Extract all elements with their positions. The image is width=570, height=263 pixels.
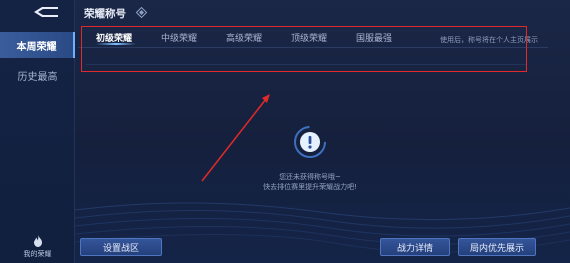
sidebar-item-label: 本周荣耀 <box>16 41 57 53</box>
diamond-badge-icon <box>136 7 147 18</box>
flame-icon <box>33 235 42 247</box>
empty-state-text: 您还未获得称号哦~ 快去排位赛里提升荣耀战力吧! <box>210 172 410 192</box>
honor-title-screen: 本周荣耀 历史最高 我的荣耀 荣耀称号 初级荣耀 中级荣耀 高级荣耀 顶级荣耀 … <box>0 0 570 263</box>
sidebar-item-history-best[interactable]: 历史最高 <box>0 62 75 88</box>
in-match-priority-button[interactable]: 局内优先展示 <box>458 238 536 256</box>
back-arrow-icon[interactable] <box>28 4 64 20</box>
empty-state-line1: 您还未获得称号哦~ <box>279 173 341 181</box>
info-empty-icon <box>294 126 326 158</box>
power-details-button[interactable]: 战力详情 <box>380 238 450 256</box>
my-honor-label: 我的荣耀 <box>23 250 52 258</box>
annotation-highlight-box <box>81 26 527 72</box>
set-battle-zone-button[interactable]: 设置战区 <box>80 238 162 256</box>
sidebar: 本周荣耀 历史最高 我的荣耀 <box>0 0 75 263</box>
my-honor-button[interactable]: 我的荣耀 <box>0 235 75 259</box>
sidebar-item-label: 历史最高 <box>17 71 58 83</box>
page-title: 荣耀称号 <box>84 8 126 20</box>
sidebar-item-this-week[interactable]: 本周荣耀 <box>0 32 75 58</box>
